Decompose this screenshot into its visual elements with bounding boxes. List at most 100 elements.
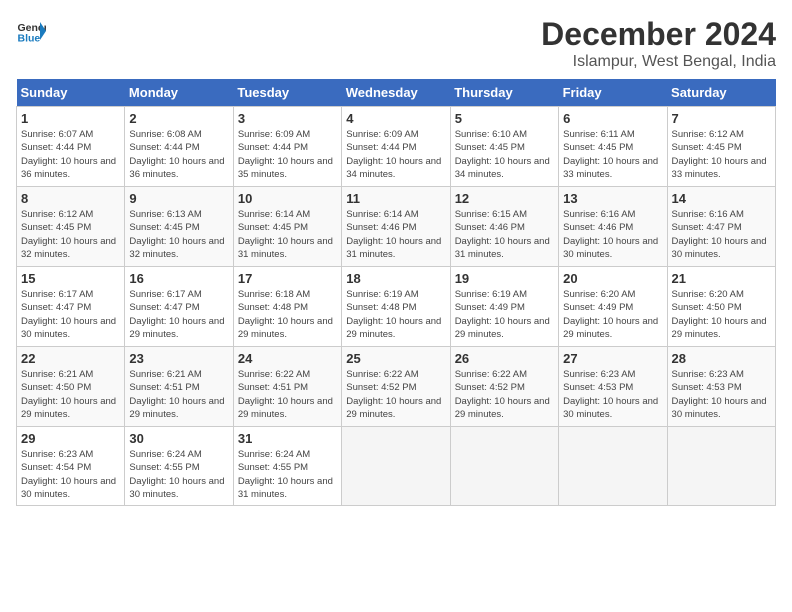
- calendar-cell: 18 Sunrise: 6:19 AMSunset: 4:48 PMDayligh…: [342, 267, 450, 347]
- calendar-cell: 6Sunrise: 6:11 AMSunset: 4:45 PMDaylight…: [559, 107, 667, 187]
- calendar-cell: 14 Sunrise: 6:16 AMSunset: 4:47 PMDayligh…: [667, 187, 775, 267]
- calendar-cell: 17Sunrise: 6:18 AMSunset: 4:48 PMDayligh…: [233, 267, 341, 347]
- day-info: Sunrise: 6:24 AMSunset: 4:55 PMDaylight:…: [238, 448, 337, 501]
- day-number: 25: [346, 351, 445, 366]
- day-info: Sunrise: 6:08 AMSunset: 4:44 PMDaylight:…: [129, 128, 228, 181]
- calendar-cell: 15 Sunrise: 6:17 AMSunset: 4:47 PMDayligh…: [17, 267, 125, 347]
- calendar-cell: 23 Sunrise: 6:21 AMSunset: 4:51 PMDayligh…: [125, 347, 233, 427]
- day-info: Sunrise: 6:09 AMSunset: 4:44 PMDaylight:…: [346, 128, 445, 181]
- weekday-header: Monday: [125, 79, 233, 107]
- calendar-cell: 31Sunrise: 6:24 AMSunset: 4:55 PMDayligh…: [233, 427, 341, 506]
- day-info: Sunrise: 6:12 AMSunset: 4:45 PMDaylight:…: [672, 128, 771, 181]
- calendar-cell: [450, 427, 558, 506]
- day-number: 3: [238, 111, 337, 126]
- day-info: Sunrise: 6:19 AMSunset: 4:49 PMDaylight:…: [455, 288, 554, 341]
- day-info: Sunrise: 6:10 AMSunset: 4:45 PMDaylight:…: [455, 128, 554, 181]
- day-number: 1: [21, 111, 120, 126]
- weekday-header: Sunday: [17, 79, 125, 107]
- calendar-cell: 1 Sunrise: 6:07 AMSunset: 4:44 PMDaylight…: [17, 107, 125, 187]
- day-info: Sunrise: 6:23 AMSunset: 4:53 PMDaylight:…: [563, 368, 662, 421]
- day-number: 5: [455, 111, 554, 126]
- svg-text:Blue: Blue: [18, 33, 41, 45]
- day-info: Sunrise: 6:16 AMSunset: 4:47 PMDaylight:…: [672, 208, 771, 261]
- calendar-week-row: 15 Sunrise: 6:17 AMSunset: 4:47 PMDayligh…: [17, 267, 776, 347]
- weekday-header: Saturday: [667, 79, 775, 107]
- day-number: 15: [21, 271, 120, 286]
- calendar-cell: 28Sunrise: 6:23 AMSunset: 4:53 PMDayligh…: [667, 347, 775, 427]
- calendar-cell: 4Sunrise: 6:09 AMSunset: 4:44 PMDaylight…: [342, 107, 450, 187]
- header: General Blue December 2024 Islampur, Wes…: [16, 16, 776, 71]
- calendar-cell: 7 Sunrise: 6:12 AMSunset: 4:45 PMDaylight…: [667, 107, 775, 187]
- calendar-cell: 25 Sunrise: 6:22 AMSunset: 4:52 PMDayligh…: [342, 347, 450, 427]
- calendar-cell: 3 Sunrise: 6:09 AMSunset: 4:44 PMDaylight…: [233, 107, 341, 187]
- calendar-cell: 8 Sunrise: 6:12 AMSunset: 4:45 PMDaylight…: [17, 187, 125, 267]
- calendar-week-row: 29Sunrise: 6:23 AMSunset: 4:54 PMDayligh…: [17, 427, 776, 506]
- calendar-cell: 16 Sunrise: 6:17 AMSunset: 4:47 PMDayligh…: [125, 267, 233, 347]
- day-info: Sunrise: 6:12 AMSunset: 4:45 PMDaylight:…: [21, 208, 120, 261]
- calendar-cell: [667, 427, 775, 506]
- calendar-week-row: 22 Sunrise: 6:21 AMSunset: 4:50 PMDayligh…: [17, 347, 776, 427]
- day-info: Sunrise: 6:23 AMSunset: 4:54 PMDaylight:…: [21, 448, 120, 501]
- calendar-table: SundayMondayTuesdayWednesdayThursdayFrid…: [16, 79, 776, 506]
- day-number: 11: [346, 191, 445, 206]
- day-number: 10: [238, 191, 337, 206]
- day-number: 19: [455, 271, 554, 286]
- calendar-cell: 24Sunrise: 6:22 AMSunset: 4:51 PMDayligh…: [233, 347, 341, 427]
- calendar-cell: 26Sunrise: 6:22 AMSunset: 4:52 PMDayligh…: [450, 347, 558, 427]
- day-info: Sunrise: 6:19 AMSunset: 4:48 PMDaylight:…: [346, 288, 445, 341]
- calendar-cell: 12Sunrise: 6:15 AMSunset: 4:46 PMDayligh…: [450, 187, 558, 267]
- weekday-header: Friday: [559, 79, 667, 107]
- day-info: Sunrise: 6:13 AMSunset: 4:45 PMDaylight:…: [129, 208, 228, 261]
- day-info: Sunrise: 6:20 AMSunset: 4:50 PMDaylight:…: [672, 288, 771, 341]
- calendar-cell: 20Sunrise: 6:20 AMSunset: 4:49 PMDayligh…: [559, 267, 667, 347]
- calendar-cell: 9 Sunrise: 6:13 AMSunset: 4:45 PMDaylight…: [125, 187, 233, 267]
- day-number: 6: [563, 111, 662, 126]
- day-number: 9: [129, 191, 228, 206]
- day-number: 7: [672, 111, 771, 126]
- day-number: 22: [21, 351, 120, 366]
- calendar-cell: 10 Sunrise: 6:14 AMSunset: 4:45 PMDayligh…: [233, 187, 341, 267]
- day-number: 27: [563, 351, 662, 366]
- day-number: 18: [346, 271, 445, 286]
- calendar-cell: 19 Sunrise: 6:19 AMSunset: 4:49 PMDayligh…: [450, 267, 558, 347]
- day-number: 13: [563, 191, 662, 206]
- day-info: Sunrise: 6:21 AMSunset: 4:51 PMDaylight:…: [129, 368, 228, 421]
- day-info: Sunrise: 6:21 AMSunset: 4:50 PMDaylight:…: [21, 368, 120, 421]
- title-area: December 2024 Islampur, West Bengal, Ind…: [541, 16, 776, 71]
- weekday-header-row: SundayMondayTuesdayWednesdayThursdayFrid…: [17, 79, 776, 107]
- day-info: Sunrise: 6:17 AMSunset: 4:47 PMDaylight:…: [129, 288, 228, 341]
- day-info: Sunrise: 6:09 AMSunset: 4:44 PMDaylight:…: [238, 128, 337, 181]
- day-number: 12: [455, 191, 554, 206]
- day-info: Sunrise: 6:24 AMSunset: 4:55 PMDaylight:…: [129, 448, 228, 501]
- day-info: Sunrise: 6:14 AMSunset: 4:46 PMDaylight:…: [346, 208, 445, 261]
- calendar-cell: 13 Sunrise: 6:16 AMSunset: 4:46 PMDayligh…: [559, 187, 667, 267]
- day-number: 23: [129, 351, 228, 366]
- day-number: 28: [672, 351, 771, 366]
- logo: General Blue: [16, 16, 46, 46]
- day-number: 16: [129, 271, 228, 286]
- calendar-cell: 22 Sunrise: 6:21 AMSunset: 4:50 PMDayligh…: [17, 347, 125, 427]
- day-info: Sunrise: 6:18 AMSunset: 4:48 PMDaylight:…: [238, 288, 337, 341]
- month-title: December 2024: [541, 16, 776, 53]
- day-info: Sunrise: 6:14 AMSunset: 4:45 PMDaylight:…: [238, 208, 337, 261]
- day-info: Sunrise: 6:07 AMSunset: 4:44 PMDaylight:…: [21, 128, 120, 181]
- day-number: 30: [129, 431, 228, 446]
- day-info: Sunrise: 6:17 AMSunset: 4:47 PMDaylight:…: [21, 288, 120, 341]
- calendar-cell: 21 Sunrise: 6:20 AMSunset: 4:50 PMDayligh…: [667, 267, 775, 347]
- logo-icon: General Blue: [16, 16, 46, 46]
- calendar-week-row: 8 Sunrise: 6:12 AMSunset: 4:45 PMDaylight…: [17, 187, 776, 267]
- calendar-cell: 5 Sunrise: 6:10 AMSunset: 4:45 PMDaylight…: [450, 107, 558, 187]
- calendar-cell: [559, 427, 667, 506]
- day-number: 14: [672, 191, 771, 206]
- day-info: Sunrise: 6:22 AMSunset: 4:52 PMDaylight:…: [346, 368, 445, 421]
- day-number: 21: [672, 271, 771, 286]
- calendar-cell: 29Sunrise: 6:23 AMSunset: 4:54 PMDayligh…: [17, 427, 125, 506]
- day-number: 24: [238, 351, 337, 366]
- day-number: 2: [129, 111, 228, 126]
- calendar-cell: 30 Sunrise: 6:24 AMSunset: 4:55 PMDayligh…: [125, 427, 233, 506]
- day-info: Sunrise: 6:20 AMSunset: 4:49 PMDaylight:…: [563, 288, 662, 341]
- calendar-week-row: 1 Sunrise: 6:07 AMSunset: 4:44 PMDaylight…: [17, 107, 776, 187]
- weekday-header: Wednesday: [342, 79, 450, 107]
- day-info: Sunrise: 6:16 AMSunset: 4:46 PMDaylight:…: [563, 208, 662, 261]
- day-number: 8: [21, 191, 120, 206]
